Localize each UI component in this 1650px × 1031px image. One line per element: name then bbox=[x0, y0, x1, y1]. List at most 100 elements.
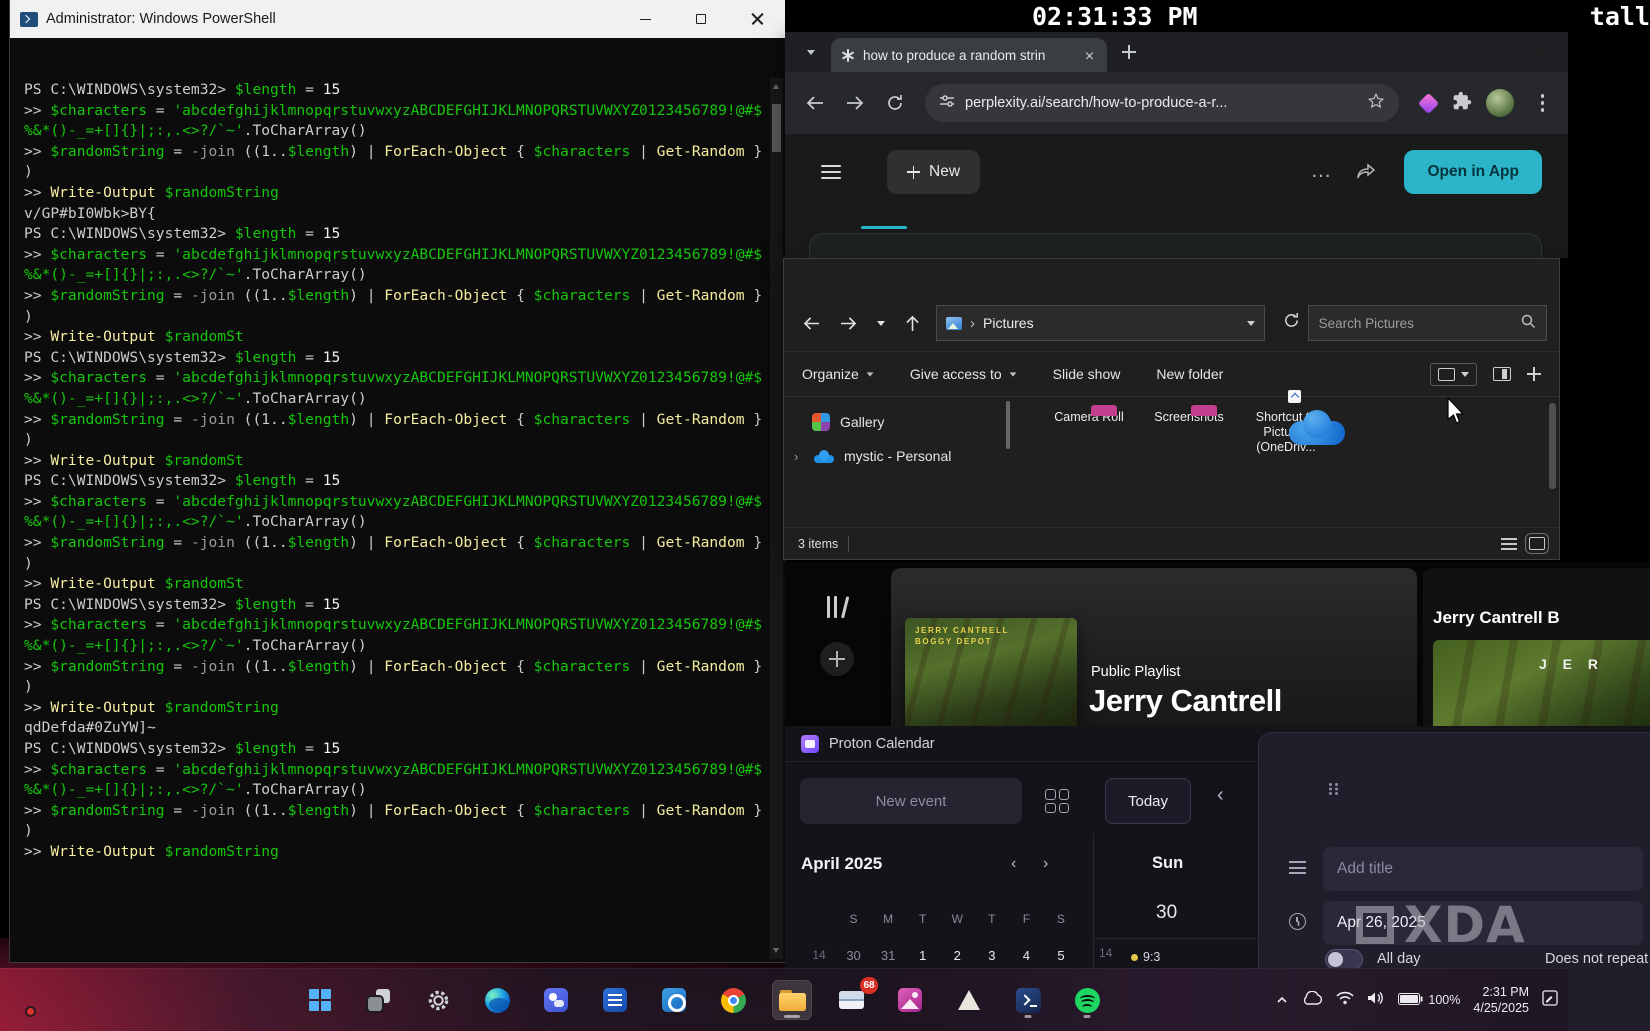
explorer-maximize-button[interactable] bbox=[1455, 259, 1507, 295]
settings-gear-icon[interactable] bbox=[418, 980, 458, 1020]
extensions-puzzle-icon[interactable] bbox=[1452, 91, 1472, 116]
powershell-titlebar[interactable]: Administrator: Windows PowerShell bbox=[10, 0, 785, 38]
refresh-icon[interactable] bbox=[1283, 312, 1300, 334]
tab-search-icon[interactable] bbox=[797, 38, 825, 66]
search-input[interactable] bbox=[1319, 316, 1512, 331]
photos-icon[interactable] bbox=[890, 980, 930, 1020]
hidden-icons-chevron[interactable] bbox=[1276, 991, 1288, 1009]
tab-close-icon[interactable] bbox=[1081, 47, 1097, 63]
library-icon[interactable] bbox=[827, 596, 848, 618]
profile-avatar[interactable] bbox=[1486, 89, 1514, 117]
playlist-title[interactable]: Jerry Cantrell bbox=[1089, 683, 1282, 719]
battery-icon[interactable] bbox=[1398, 993, 1423, 1008]
browser-minimize-button[interactable] bbox=[1424, 32, 1470, 72]
details-view-icon[interactable] bbox=[1501, 538, 1517, 550]
sidebar-item-gallery[interactable]: Gallery bbox=[784, 405, 1010, 439]
mini-prev-month-icon[interactable]: ‹ bbox=[1011, 855, 1016, 873]
mail-icon[interactable]: 68 bbox=[831, 980, 871, 1020]
file-item-camera-roll[interactable]: Camera Roll bbox=[1041, 405, 1137, 425]
new-event-button[interactable]: New event bbox=[800, 778, 1022, 824]
wifi-icon[interactable] bbox=[1336, 991, 1354, 1010]
recent-locations-icon[interactable] bbox=[872, 308, 890, 338]
apps-grid-icon[interactable] bbox=[1045, 789, 1069, 813]
reload-icon[interactable] bbox=[879, 87, 911, 119]
start-button[interactable] bbox=[300, 980, 340, 1020]
up-icon[interactable] bbox=[898, 308, 928, 338]
explorer-back-icon[interactable] bbox=[796, 308, 826, 338]
give-access-button[interactable]: Give access to bbox=[910, 366, 1017, 382]
bookmark-star-icon[interactable] bbox=[1367, 92, 1385, 115]
explorer-search-box[interactable] bbox=[1308, 305, 1547, 341]
tray-clock[interactable]: 2:31 PM 4/25/2025 bbox=[1473, 984, 1529, 1016]
outlook-icon[interactable] bbox=[654, 980, 694, 1020]
right-panel-artwork[interactable]: J E R bbox=[1433, 640, 1650, 726]
file-item-screenshots[interactable]: Screenshots bbox=[1141, 405, 1237, 425]
browser-maximize-button[interactable] bbox=[1470, 32, 1516, 72]
event-title-input[interactable] bbox=[1337, 860, 1629, 878]
spotify-taskbar-icon[interactable] bbox=[1067, 980, 1107, 1020]
right-panel-title[interactable]: Jerry Cantrell B bbox=[1433, 608, 1560, 628]
file-item-shortcut-pictures[interactable]: Shortcut to Pictures (OneDriv... bbox=[1238, 405, 1334, 455]
close-button[interactable] bbox=[729, 0, 785, 38]
teams-icon[interactable] bbox=[536, 980, 576, 1020]
triangle-app-icon[interactable] bbox=[949, 980, 989, 1020]
slide-show-button[interactable]: Slide show bbox=[1053, 366, 1121, 382]
address-bar[interactable] bbox=[925, 84, 1399, 122]
today-button[interactable]: Today bbox=[1105, 778, 1191, 824]
explorer-forward-icon[interactable] bbox=[834, 308, 864, 338]
explorer-file-area[interactable]: Camera Roll Screenshots Shortcut to Pict… bbox=[1010, 397, 1559, 527]
day-column-date[interactable]: 30 bbox=[1156, 902, 1177, 924]
mini-date-cell[interactable]: 31 bbox=[878, 948, 898, 963]
mini-date-cell[interactable]: 4 bbox=[1016, 948, 1036, 963]
page-more-icon[interactable]: … bbox=[1310, 159, 1332, 183]
browser-close-button[interactable] bbox=[1516, 32, 1562, 72]
explorer-minimize-button[interactable] bbox=[1403, 259, 1455, 295]
task-view-icon[interactable] bbox=[359, 980, 399, 1020]
new-thread-button[interactable]: New bbox=[887, 150, 980, 194]
event-title-field[interactable] bbox=[1323, 847, 1643, 891]
powershell-taskbar-icon[interactable] bbox=[1008, 980, 1048, 1020]
mini-date-cell[interactable]: 5 bbox=[1051, 948, 1071, 963]
repeat-select[interactable]: Does not repeat bbox=[1545, 951, 1648, 967]
file-area-scrollbar[interactable] bbox=[1549, 403, 1556, 489]
explorer-address-bar[interactable]: › Pictures bbox=[936, 305, 1265, 341]
volume-icon[interactable] bbox=[1367, 991, 1385, 1010]
forward-icon[interactable] bbox=[839, 87, 871, 119]
back-icon[interactable] bbox=[799, 87, 831, 119]
expand-chevron-icon[interactable]: › bbox=[794, 449, 804, 464]
new-folder-button[interactable]: New folder bbox=[1156, 366, 1223, 382]
widgets-weather-icon[interactable] bbox=[28, 985, 58, 1015]
maximize-button[interactable] bbox=[673, 0, 729, 38]
url-input[interactable] bbox=[965, 95, 1357, 111]
mini-date-cell[interactable]: 30 bbox=[844, 948, 864, 963]
calendar-event-chip[interactable]: 9:3 bbox=[1131, 950, 1160, 964]
details-pane-icon[interactable] bbox=[1527, 367, 1541, 381]
preview-pane-icon[interactable] bbox=[1493, 367, 1511, 381]
share-icon[interactable] bbox=[1356, 163, 1376, 186]
chrome-icon[interactable] bbox=[713, 980, 753, 1020]
organize-button[interactable]: Organize bbox=[802, 366, 874, 382]
create-playlist-button[interactable] bbox=[820, 642, 854, 676]
explorer-titlebar[interactable] bbox=[784, 259, 1559, 295]
album-art[interactable]: JERRY CANTRELL BOGGY DEPOT bbox=[905, 618, 1077, 726]
change-view-button[interactable] bbox=[1430, 363, 1477, 386]
terminal-output[interactable]: PS C:\WINDOWS\system32> $length = 15>> $… bbox=[10, 38, 785, 962]
file-explorer-icon[interactable] bbox=[772, 980, 812, 1020]
browser-tab[interactable]: how to produce a random strin bbox=[831, 38, 1107, 72]
edge-icon[interactable] bbox=[477, 980, 517, 1020]
sidebar-item-onedrive[interactable]: › mystic - Personal bbox=[784, 439, 1010, 473]
mini-date-cell[interactable]: 3 bbox=[982, 948, 1002, 963]
hamburger-menu-icon[interactable] bbox=[821, 165, 841, 179]
address-dropdown-icon[interactable] bbox=[1247, 321, 1255, 326]
previous-period-icon[interactable]: ‹ bbox=[1217, 784, 1224, 807]
search-icon[interactable] bbox=[1520, 313, 1536, 334]
new-tab-button[interactable] bbox=[1115, 38, 1143, 66]
word-icon[interactable] bbox=[595, 980, 635, 1020]
mini-next-month-icon[interactable]: › bbox=[1043, 855, 1048, 873]
mini-date-cell[interactable]: 2 bbox=[947, 948, 967, 963]
browser-menu-icon[interactable] bbox=[1530, 91, 1554, 115]
open-in-app-button[interactable]: Open in App bbox=[1404, 150, 1542, 194]
minimize-button[interactable] bbox=[617, 0, 673, 38]
pen-ink-icon[interactable] bbox=[1542, 990, 1558, 1011]
site-info-icon[interactable] bbox=[939, 93, 955, 114]
